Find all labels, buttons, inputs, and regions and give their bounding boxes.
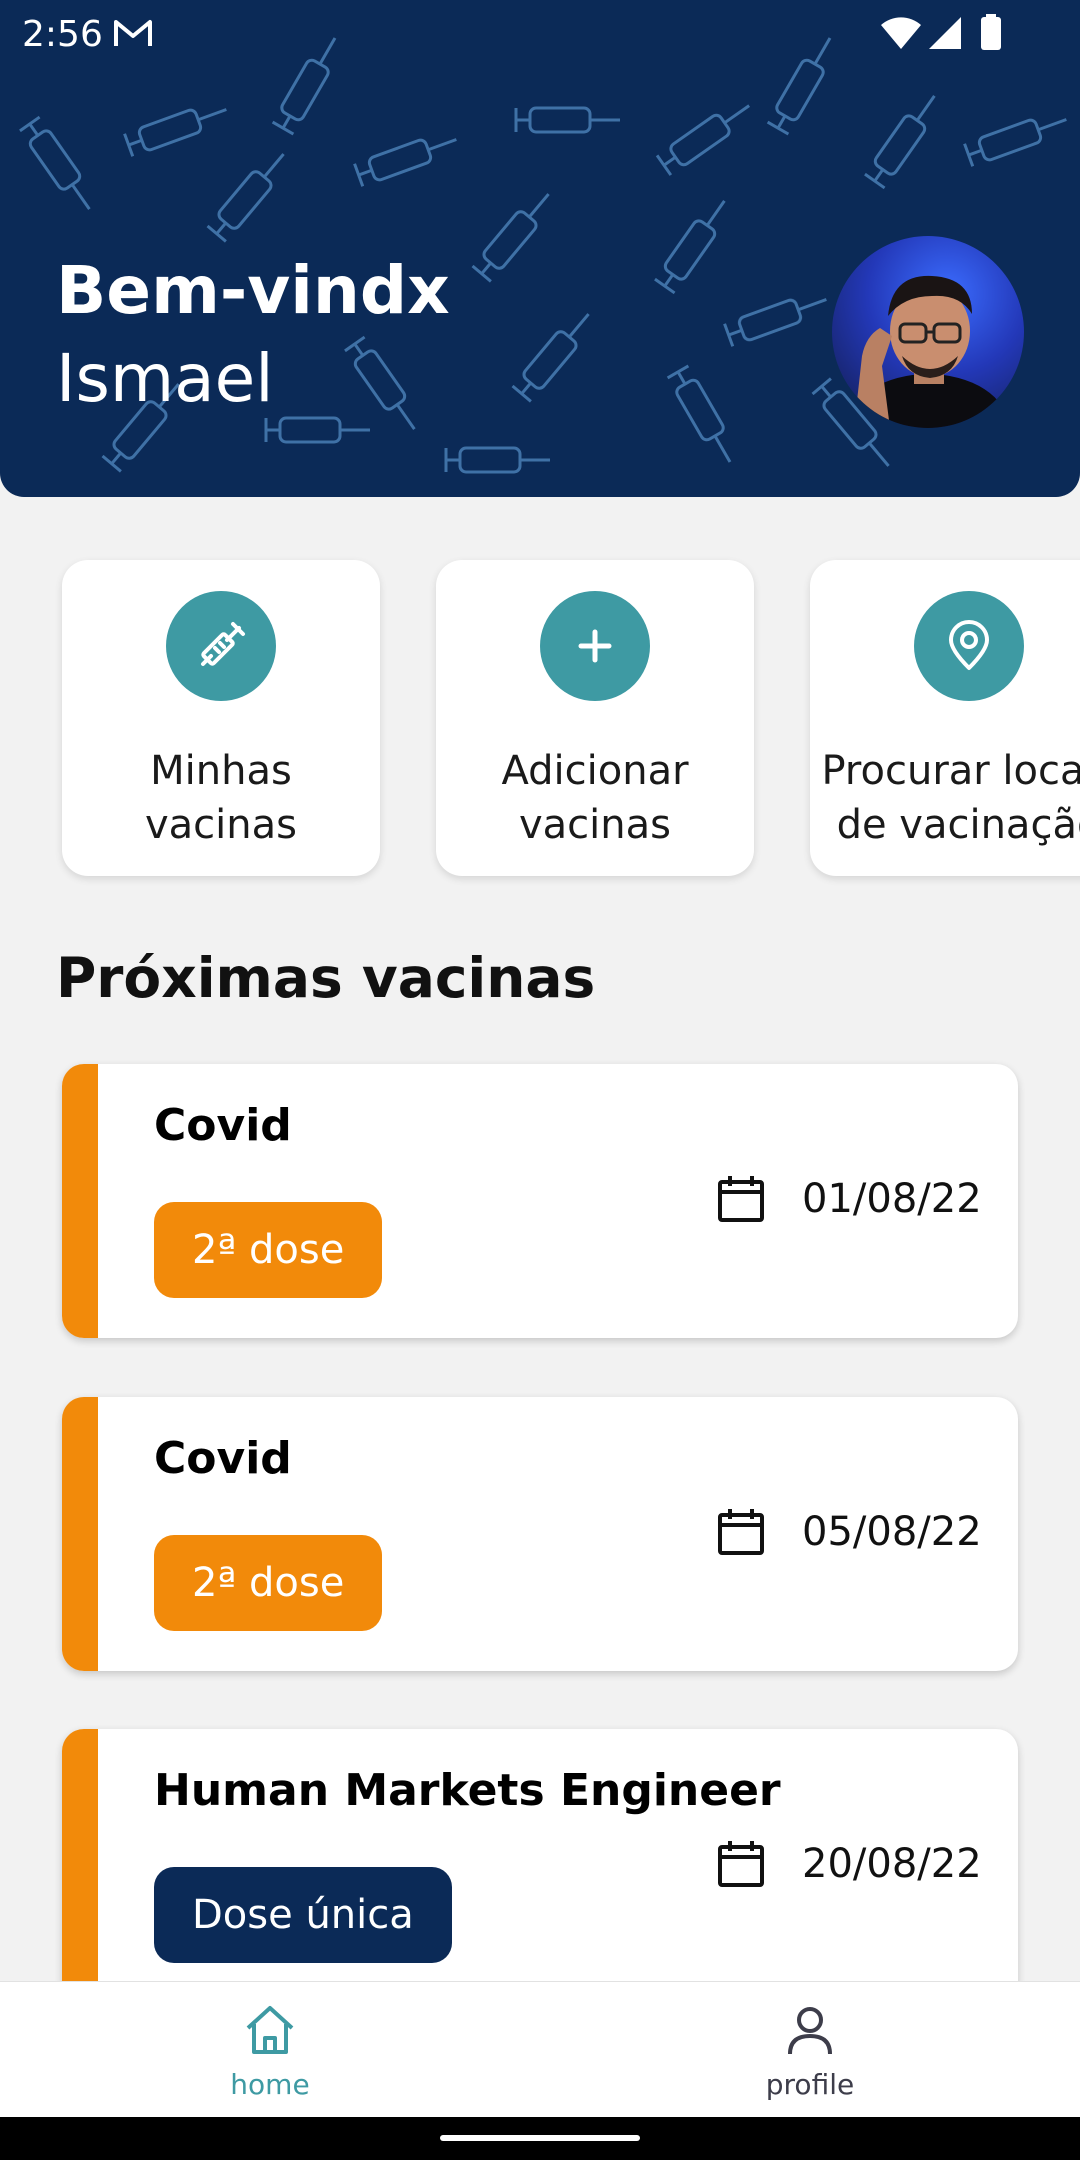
- header-banner: 2:56 Bem-vindx Ismael: [0, 0, 1080, 497]
- action-add-vaccines[interactable]: Adicionar vacinas: [436, 560, 754, 876]
- action-label: Procurar locais de vacinação: [821, 748, 1080, 848]
- bottom-navigation: home profile: [0, 1981, 1080, 2117]
- card-accent-stripe: [62, 1729, 98, 2003]
- action-label: Adicionar vacinas: [501, 748, 689, 848]
- nav-label: home: [230, 2068, 310, 2101]
- syringe-icon: [201, 622, 245, 666]
- plus-icon: [578, 629, 612, 663]
- action-my-vaccines[interactable]: Minhas vacinas: [62, 560, 380, 876]
- home-icon: [246, 2006, 294, 2054]
- vaccine-name: Covid: [154, 1100, 292, 1151]
- dose-badge: Dose única: [154, 1867, 452, 1963]
- gmail-icon: [114, 20, 152, 46]
- battery-icon: [981, 14, 1001, 50]
- calendar-icon: [718, 1509, 764, 1555]
- quick-actions-row: Minhas vacinas Adicionar vacinas Procura…: [0, 560, 1080, 878]
- section-title: Próximas vacinas: [56, 946, 596, 1010]
- vaccine-date: 05/08/22: [802, 1509, 982, 1555]
- action-icon-circle: [166, 591, 276, 701]
- vaccine-card[interactable]: Covid 2ª dose 05/08/22: [62, 1397, 1018, 1671]
- status-time: 2:56: [22, 14, 103, 55]
- vaccine-name: Human Markets Engineer: [154, 1765, 781, 1816]
- calendar-icon: [718, 1841, 764, 1887]
- greeting-title: Bem-vindx: [56, 252, 450, 329]
- card-accent-stripe: [62, 1397, 98, 1671]
- wifi-icon: [881, 17, 921, 49]
- card-accent-stripe: [62, 1064, 98, 1338]
- system-gesture-bar: [0, 2117, 1080, 2160]
- signal-icon: [929, 17, 961, 49]
- username-label: Ismael: [56, 340, 274, 417]
- nav-home[interactable]: home: [0, 1982, 540, 2118]
- action-find-vaccination-sites[interactable]: Procurar locais de vacinação: [810, 560, 1080, 876]
- nav-profile[interactable]: profile: [540, 1982, 1080, 2118]
- nav-label: profile: [765, 2068, 855, 2101]
- calendar-icon: [718, 1176, 764, 1222]
- vaccine-date: 20/08/22: [802, 1841, 982, 1887]
- home-gesture-handle[interactable]: [440, 2135, 640, 2141]
- vaccine-name: Covid: [154, 1433, 292, 1484]
- dose-badge: 2ª dose: [154, 1202, 383, 1298]
- action-icon-circle: [914, 591, 1024, 701]
- vaccine-card[interactable]: Human Markets Engineer Dose única 20/08/…: [62, 1729, 1018, 2003]
- person-icon: [788, 2007, 832, 2055]
- action-label: Minhas vacinas: [145, 748, 297, 848]
- avatar[interactable]: [832, 236, 1024, 428]
- location-pin-icon: [949, 620, 989, 670]
- action-icon-circle: [540, 591, 650, 701]
- avatar-photo: [848, 275, 1008, 428]
- dose-badge: 2ª dose: [154, 1535, 383, 1631]
- status-bar: 2:56: [0, 0, 1080, 66]
- vaccine-card[interactable]: Covid 2ª dose 01/08/22: [62, 1064, 1018, 1338]
- vaccine-date: 01/08/22: [802, 1176, 982, 1222]
